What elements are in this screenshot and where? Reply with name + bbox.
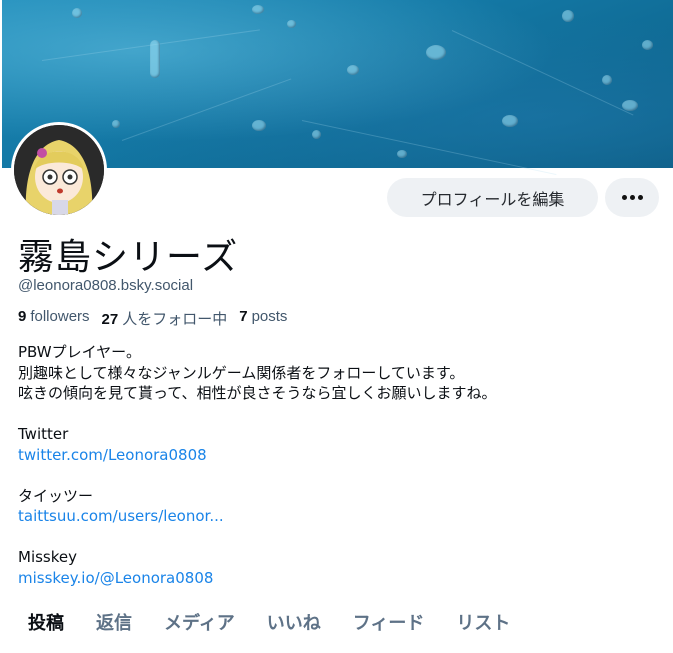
profile-bio: PBWプレイヤー。 別趣味として様々なジャンルゲーム関係者をフォローしています。…: [18, 342, 497, 588]
bio-line: PBWプレイヤー。: [18, 343, 142, 361]
avatar[interactable]: [11, 122, 107, 218]
ellipsis-icon-dot: [621, 195, 627, 200]
profile-tabs: 投稿 返信 メディア いいね フィード リスト: [12, 604, 526, 644]
posts-stat: 7 posts: [239, 308, 287, 329]
edit-profile-button[interactable]: プロフィールを編集: [387, 178, 598, 217]
bio-twitter-label: Twitter: [18, 425, 69, 443]
handle: @leonora0808.bsky.social: [18, 277, 194, 294]
profile-stats: 9 followers 27 人をフォロー中 7 posts: [18, 308, 287, 329]
tab-lists[interactable]: リスト: [440, 604, 526, 644]
taittsuu-link[interactable]: taittsuu.com/users/leonor...: [18, 507, 224, 525]
tab-feeds[interactable]: フィード: [337, 604, 441, 644]
ellipsis-icon-dot: [629, 195, 635, 200]
more-options-button[interactable]: [605, 178, 659, 217]
tab-likes[interactable]: いいね: [251, 604, 337, 644]
display-name: 霧島シリーズ: [18, 237, 239, 278]
ellipsis-icon-dot: [637, 195, 643, 200]
followers-label: followers: [30, 308, 90, 325]
following-label: 人をフォロー中: [122, 310, 228, 328]
avatar-image: [14, 125, 104, 215]
twitter-link[interactable]: twitter.com/Leonora0808: [18, 446, 207, 464]
bio-line: 別趣味として様々なジャンルゲーム関係者をフォローしています。: [18, 363, 465, 382]
bio-taittsuu-label: タイッツー: [18, 486, 94, 505]
posts-label: posts: [251, 308, 288, 325]
following-count: 27: [101, 311, 119, 328]
profile-banner[interactable]: [0, 0, 673, 176]
tab-posts[interactable]: 投稿: [12, 604, 80, 644]
following-stat[interactable]: 27 人をフォロー中: [102, 308, 228, 329]
tab-replies[interactable]: 返信: [80, 604, 148, 644]
tab-media[interactable]: メディア: [148, 604, 251, 644]
misskey-link[interactable]: misskey.io/@Leonora0808: [18, 569, 213, 587]
bio-line: 呟きの傾向を見て貰って、相性が良さそうなら宜しくお願いしますね。: [18, 384, 497, 402]
bio-misskey-label: Misskey: [18, 548, 77, 566]
followers-stat[interactable]: 9 followers: [18, 308, 90, 329]
posts-count: 7: [239, 308, 248, 325]
followers-count: 9: [18, 308, 27, 325]
